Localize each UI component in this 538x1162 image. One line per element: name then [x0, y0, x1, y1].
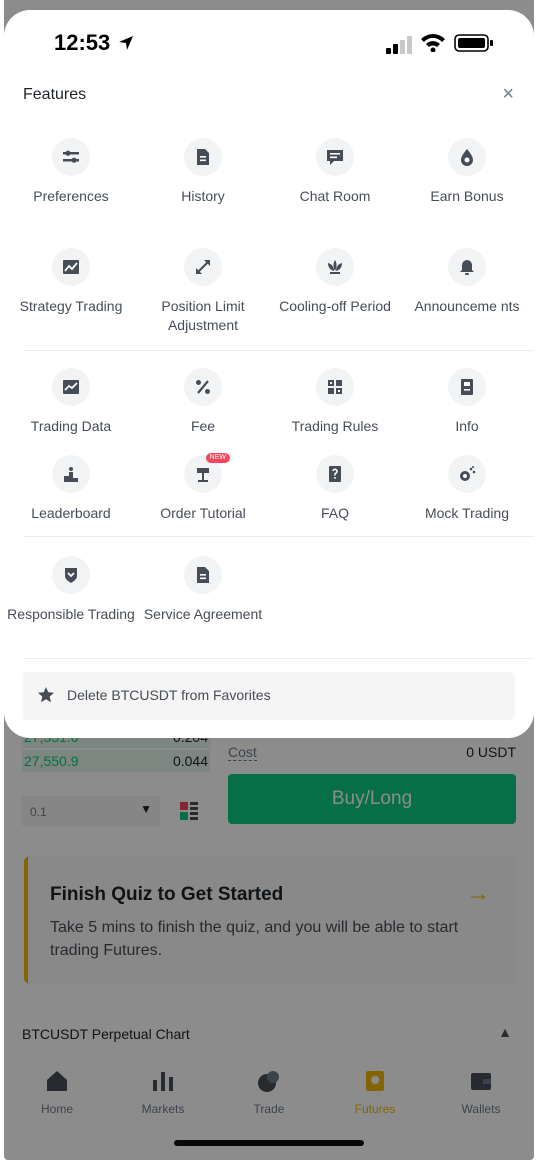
bell-icon: [460, 260, 474, 275]
section-divider: [23, 350, 534, 351]
section-divider: [23, 536, 534, 537]
chart-icon: [63, 380, 79, 394]
delete-favorite-button[interactable]: Delete BTCUSDT from Favorites: [23, 672, 515, 720]
feature-label: Mock Trading: [424, 505, 510, 521]
feature-responsible-trading[interactable]: Responsible Trading: [5, 556, 137, 624]
feature-history[interactable]: History: [137, 138, 269, 206]
feature-label: Info: [455, 418, 479, 434]
feature-cooling-off[interactable]: Cooling-off Period: [269, 248, 401, 316]
feature-label: Trading Rules: [291, 418, 379, 434]
feature-label: Position Limit Adjustment: [161, 298, 245, 333]
feature-label: Responsible Trading: [7, 606, 135, 622]
expand-icon: [196, 260, 210, 274]
faq-icon: [329, 466, 341, 482]
feature-icon-wrap: [448, 248, 486, 286]
feature-leaderboard[interactable]: Leaderboard: [5, 455, 137, 523]
percent-icon: [196, 380, 210, 394]
feature-icon-wrap: [52, 368, 90, 406]
feature-label: Chat Room: [299, 188, 371, 204]
feature-icon-wrap: [52, 556, 90, 594]
feature-label: Announceme nts: [414, 298, 520, 314]
status-bar: 12:53: [4, 10, 534, 70]
feature-label: Service Agreement: [143, 606, 263, 622]
feature-icon-wrap: [52, 455, 90, 493]
section-divider: [23, 658, 534, 659]
new-badge: NEW: [205, 453, 230, 463]
feature-label: Trading Data: [30, 418, 112, 434]
feature-service-agreement[interactable]: Service Agreement: [137, 556, 269, 624]
feature-label: Earn Bonus: [430, 188, 504, 204]
star-icon: [38, 687, 54, 703]
signal-icon: [386, 36, 412, 54]
feature-icon-wrap: [184, 248, 222, 286]
feature-icon-wrap: [448, 138, 486, 176]
feature-preferences[interactable]: Preferences: [5, 138, 137, 206]
feature-order-tutorial[interactable]: NEW Order Tutorial: [137, 453, 269, 523]
drop-icon: [461, 149, 473, 166]
feature-icon-wrap: [316, 248, 354, 286]
feature-faq[interactable]: FAQ: [269, 455, 401, 523]
feature-position-limit[interactable]: Position Limit Adjustment: [137, 248, 269, 335]
sheet-title: Features: [23, 86, 87, 103]
feature-icon-wrap: [448, 455, 486, 493]
wifi-icon: [421, 34, 445, 52]
favorite-action-label: Delete BTCUSDT from Favorites: [67, 687, 271, 703]
feature-icon-wrap: [316, 368, 354, 406]
feature-strategy-trading[interactable]: Strategy Trading: [5, 248, 137, 316]
feature-announcements[interactable]: Announceme nts: [401, 248, 533, 316]
podium-icon: [64, 467, 78, 482]
rules-icon: [328, 380, 342, 394]
status-time: 12:53: [54, 30, 111, 55]
chat-icon: [327, 150, 343, 165]
feature-label: Leaderboard: [31, 505, 111, 521]
feature-info[interactable]: Info: [401, 368, 533, 436]
mock-icon: [460, 466, 476, 481]
feature-icon-wrap: NEW: [184, 453, 230, 493]
feature-trading-rules[interactable]: Trading Rules: [269, 368, 401, 436]
feature-chat-room[interactable]: Chat Room: [269, 138, 401, 206]
signpost-icon: [197, 468, 209, 482]
document-icon: [197, 149, 209, 165]
sliders-icon: [63, 150, 79, 163]
feature-icon-wrap: [316, 138, 354, 176]
shield-icon: [65, 568, 77, 583]
feature-fee[interactable]: Fee: [137, 368, 269, 436]
feature-label: Strategy Trading: [19, 298, 123, 314]
feature-label: Preferences: [33, 188, 109, 204]
feature-label: Cooling-off Period: [279, 298, 391, 314]
info-card-icon: [461, 379, 473, 395]
feature-earn-bonus[interactable]: Earn Bonus: [401, 138, 533, 206]
features-sheet: 12:53 Features × Preferences History Cha…: [4, 10, 534, 738]
lotus-icon: [328, 260, 342, 274]
feature-icon-wrap: [316, 455, 354, 493]
feature-label: FAQ: [320, 505, 349, 521]
feature-icon-wrap: [184, 138, 222, 176]
feature-icon-wrap: [184, 556, 222, 594]
battery-icon: [454, 34, 493, 52]
phone-screen: 27,551.0 0.204 27,550.9 0.044 Cost 0 USD…: [4, 0, 534, 1160]
strategy-icon: [63, 260, 79, 274]
feature-label: History: [181, 188, 225, 204]
close-icon[interactable]: ×: [502, 84, 514, 104]
feature-mock-trading[interactable]: Mock Trading: [401, 455, 533, 523]
feature-icon-wrap: [52, 138, 90, 176]
feature-label: Fee: [190, 418, 216, 434]
feature-icon-wrap: [448, 368, 486, 406]
feature-icon-wrap: [52, 248, 90, 286]
document-icon: [197, 567, 209, 583]
location-arrow-icon: [119, 36, 133, 50]
feature-icon-wrap: [184, 368, 222, 406]
feature-label: Order Tutorial: [160, 505, 246, 521]
feature-trading-data[interactable]: Trading Data: [5, 368, 137, 436]
